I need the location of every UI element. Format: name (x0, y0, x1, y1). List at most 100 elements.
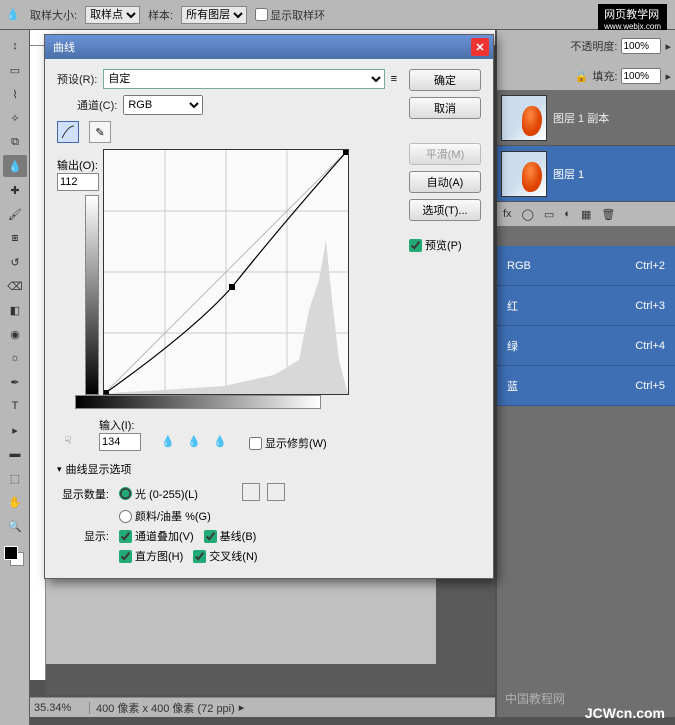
intersection-label: 交叉线(N) (209, 548, 257, 564)
options-button[interactable]: 选项(T)... (409, 199, 481, 221)
zoom-field[interactable]: 35.34% (30, 702, 90, 714)
show-ring-label: 显示取样环 (270, 7, 325, 23)
ink-label: 颜料/油墨 %(G) (135, 508, 211, 524)
auto-button[interactable]: 自动(A) (409, 171, 481, 193)
new-layer-icon[interactable]: ▦ (581, 208, 591, 221)
stamp-tool[interactable]: ⧆ (3, 227, 27, 249)
gradient-horizontal (75, 395, 321, 409)
lasso-tool[interactable]: ⌇ (3, 83, 27, 105)
cancel-button[interactable]: 取消 (409, 97, 481, 119)
eraser-tool[interactable]: ⌫ (3, 275, 27, 297)
grid-large-icon[interactable] (267, 483, 285, 501)
curve-mode-icon[interactable] (57, 121, 79, 143)
folder-icon[interactable]: ▭ (544, 208, 554, 221)
preview-checkbox[interactable] (409, 239, 422, 252)
lock-icon[interactable]: 🔒 (575, 70, 589, 83)
fx-icon[interactable]: fx (503, 208, 512, 220)
channel-item[interactable]: 蓝Ctrl+5 (497, 366, 675, 406)
output-input[interactable] (57, 173, 99, 191)
hand-tool[interactable]: ✋ (3, 491, 27, 513)
amount-label: 显示数量: (57, 486, 109, 502)
overlay-checkbox[interactable] (119, 530, 132, 543)
close-icon[interactable]: ✕ (471, 38, 489, 56)
intersection-checkbox[interactable] (193, 550, 206, 563)
channel-item[interactable]: RGBCtrl+2 (497, 246, 675, 286)
document-canvas[interactable] (46, 564, 436, 664)
channel-select[interactable]: RGB (123, 95, 203, 115)
heal-tool[interactable]: ✚ (3, 179, 27, 201)
output-label: 输出(O): (57, 157, 98, 173)
crop-tool[interactable]: ⧉ (3, 131, 27, 153)
pencil-mode-icon[interactable]: ✎ (89, 121, 111, 143)
move-tool[interactable]: ↕ (3, 35, 27, 57)
light-radio[interactable] (119, 487, 132, 500)
target-adjust-icon[interactable]: ☟ (57, 429, 79, 451)
input-input[interactable] (99, 433, 141, 451)
curve-graph[interactable] (103, 149, 349, 395)
layer-name[interactable]: 图层 1 副本 (553, 110, 609, 126)
doc-info: 400 像素 x 400 像素 (72 ppi) (90, 700, 235, 716)
layer-thumb[interactable] (501, 95, 547, 141)
white-point-icon[interactable]: 💧 (213, 435, 229, 451)
layer-name[interactable]: 图层 1 (553, 166, 584, 182)
pen-tool[interactable]: ✒ (3, 371, 27, 393)
black-point-icon[interactable]: 💧 (161, 435, 177, 451)
light-label: 光 (0-255)(L) (135, 486, 198, 502)
gray-point-icon[interactable]: 💧 (187, 435, 203, 451)
channel-item[interactable]: 红Ctrl+3 (497, 286, 675, 326)
shape-tool[interactable]: ▬ (3, 443, 27, 465)
fill-input[interactable] (621, 68, 661, 84)
color-swatches[interactable] (0, 546, 29, 576)
marquee-tool[interactable]: ▭ (3, 59, 27, 81)
watermark-bottom: JCWcn.com (585, 705, 665, 721)
foreground-swatch[interactable] (4, 546, 18, 560)
preset-menu-icon[interactable]: ≡ (391, 73, 397, 85)
watermark-mid: 中国教程网 (505, 690, 565, 707)
type-tool[interactable]: T (3, 395, 27, 417)
options-bar: 💧 取样大小: 取样点 样本: 所有图层 显示取样环 (0, 0, 675, 30)
toolbox: ↕ ▭ ⌇ ✧ ⧉ 💧 ✚ 🖌 ⧆ ↺ ⌫ ◧ ◉ ☼ ✒ T ▸ ▬ ⬚ ✋ … (0, 30, 30, 725)
sample-select[interactable]: 所有图层 (181, 6, 247, 24)
layer-thumb[interactable] (501, 151, 547, 197)
fill-menu-icon[interactable]: ▸ (665, 70, 671, 83)
layers-panel: 图层 1 副本 图层 1 fx ◯ ▭ ◐ ▦ 🗑 (497, 90, 675, 226)
eyedropper-tool[interactable]: 💧 (3, 155, 27, 177)
ok-button[interactable]: 确定 (409, 69, 481, 91)
opacity-label: 不透明度: (570, 38, 617, 54)
wand-tool[interactable]: ✧ (3, 107, 27, 129)
blur-tool[interactable]: ◉ (3, 323, 27, 345)
gradient-tool[interactable]: ◧ (3, 299, 27, 321)
3d-tool[interactable]: ⬚ (3, 467, 27, 489)
ink-radio[interactable] (119, 510, 132, 523)
show-ring-checkbox[interactable] (255, 8, 268, 21)
preset-select[interactable]: 自定 (103, 69, 384, 89)
grid-small-icon[interactable] (242, 483, 260, 501)
opacity-menu-icon[interactable]: ▸ (665, 40, 671, 53)
trash-icon[interactable]: 🗑 (601, 208, 615, 221)
doc-info-menu-icon[interactable]: ▸ (239, 701, 245, 714)
panels: 不透明度:▸ 🔒填充:▸ 图层 1 副本 图层 1 fx ◯ ▭ ◐ ▦ 🗑 R… (497, 30, 675, 717)
adjust-icon[interactable]: ◐ (564, 208, 571, 220)
history-brush-tool[interactable]: ↺ (3, 251, 27, 273)
layer-item[interactable]: 图层 1 (497, 146, 675, 202)
dialog-titlebar[interactable]: 曲线 ✕ (45, 35, 493, 59)
preview-label: 预览(P) (425, 237, 462, 253)
smooth-button[interactable]: 平滑(M) (409, 143, 481, 165)
brush-tool[interactable]: 🖌 (3, 203, 27, 225)
opacity-input[interactable] (621, 38, 661, 54)
mask-icon[interactable]: ◯ (522, 208, 534, 221)
path-tool[interactable]: ▸ (3, 419, 27, 441)
sample-size-select[interactable]: 取样点 (85, 6, 140, 24)
dodge-tool[interactable]: ☼ (3, 347, 27, 369)
show-clip-label: 显示修剪(W) (265, 435, 327, 451)
channel-item[interactable]: 绿Ctrl+4 (497, 326, 675, 366)
show-clip-checkbox[interactable] (249, 437, 262, 450)
layer-options: 不透明度:▸ 🔒填充:▸ (497, 30, 675, 90)
input-label: 输入(I): (99, 417, 134, 433)
baseline-checkbox[interactable] (204, 530, 217, 543)
layer-item[interactable]: 图层 1 副本 (497, 90, 675, 146)
curve-options-disclosure[interactable]: 曲线显示选项 (57, 461, 397, 477)
histogram-checkbox[interactable] (119, 550, 132, 563)
preset-label: 预设(R): (57, 71, 97, 87)
zoom-tool[interactable]: 🔍 (3, 515, 27, 537)
